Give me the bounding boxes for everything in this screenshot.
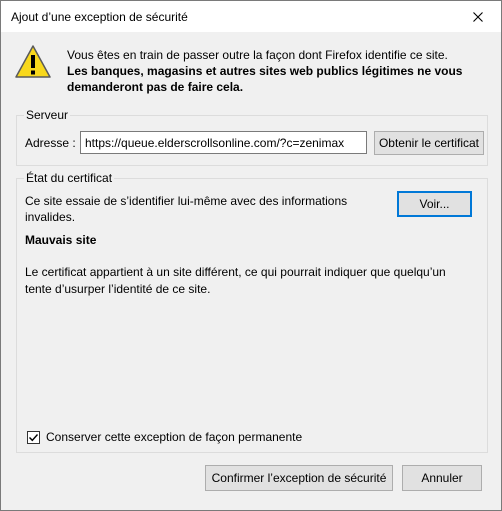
- certificate-description: Ce site essaie de s’identifier lui-même …: [25, 194, 348, 224]
- cancel-button[interactable]: Annuler: [402, 465, 482, 491]
- server-group-label: Serveur: [24, 108, 71, 122]
- get-certificate-button[interactable]: Obtenir le certificat: [374, 131, 484, 155]
- window-title: Ajout d’une exception de sécurité: [11, 10, 188, 24]
- close-icon: [473, 11, 483, 22]
- checkmark-icon: [29, 433, 39, 441]
- permanent-exception-checkbox[interactable]: [27, 430, 40, 444]
- certificate-status-group: État du certificat Ce site essaie de s’i…: [16, 171, 488, 453]
- permanent-exception-option[interactable]: Conserver cette exception de façon perma…: [27, 430, 302, 444]
- title-bar: Ajout d’une exception de sécurité: [1, 1, 501, 32]
- confirm-exception-button[interactable]: Confirmer l’exception de sécurité: [205, 465, 393, 491]
- address-label: Adresse :: [25, 136, 76, 150]
- server-group: Serveur Adresse : Obtenir le certificat: [16, 108, 488, 166]
- view-certificate-button[interactable]: Voir...: [397, 191, 472, 217]
- intro-warning: Les banques, magasins et autres sites we…: [67, 64, 463, 94]
- status-title: Mauvais site: [25, 233, 97, 247]
- permanent-exception-label[interactable]: Conserver cette exception de façon perma…: [46, 430, 302, 444]
- warning-icon: [15, 45, 51, 78]
- intro-text: Vous êtes en train de passer outre la fa…: [67, 47, 487, 95]
- security-exception-dialog: Ajout d’une exception de sécurité Vous ê…: [0, 0, 502, 511]
- intro-line: Vous êtes en train de passer outre la fa…: [67, 48, 448, 62]
- address-input[interactable]: [80, 131, 367, 154]
- status-detail: Le certificat appartient à un site diffé…: [25, 265, 446, 296]
- certificate-group-label: État du certificat: [24, 171, 115, 185]
- close-button[interactable]: [455, 1, 501, 32]
